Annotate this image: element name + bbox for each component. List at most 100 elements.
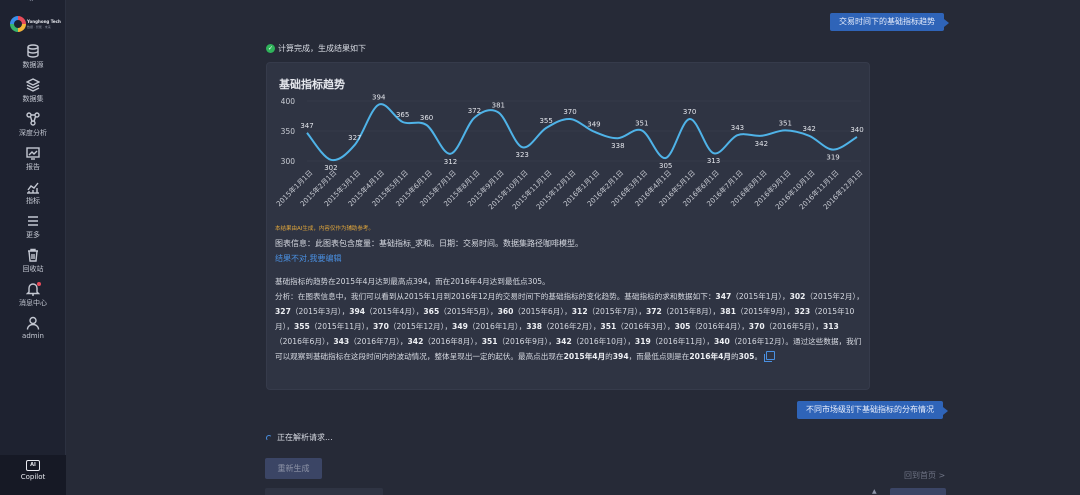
back-home-link[interactable]: 回到首页 > <box>904 470 945 481</box>
data-label: 360 <box>420 114 433 122</box>
y-tick-label: 300 <box>281 157 296 166</box>
copy-icon[interactable] <box>764 351 776 362</box>
user-icon <box>26 316 40 330</box>
data-label: 313 <box>707 157 720 165</box>
data-label: 343 <box>731 124 744 132</box>
analysis-value: 302 <box>789 292 806 301</box>
analysis-value: 340 <box>713 337 730 346</box>
ai-icon: AI <box>26 460 40 471</box>
analysis-value: 342 <box>407 337 424 346</box>
edit-result-link[interactable]: 结果不对,我要编辑 <box>275 253 342 264</box>
ai-disclaimer: 本结果由AI生成，内容仅作为辅助参考。 <box>275 226 374 232</box>
analysis-value: 342 <box>555 337 572 346</box>
analysis-month: （2016年12月） <box>729 337 786 346</box>
analysis-value: 319 <box>634 337 651 346</box>
analysis-month: （2015年4月）， <box>365 307 424 316</box>
sidebar-item-label: 数据集 <box>22 95 44 103</box>
layers-icon <box>26 78 40 92</box>
analysis-value: 394 <box>349 307 366 316</box>
data-label: 394 <box>372 94 386 102</box>
analysis-value: 351 <box>600 322 617 331</box>
analysis-month: （2015年11月）， <box>309 322 374 331</box>
chart-title: 基础指标趋势 <box>279 78 345 91</box>
menu-icon <box>28 216 38 226</box>
chevron-up-icon[interactable]: ⌃ <box>28 0 35 7</box>
analysis-month: （2016年5月）， <box>764 322 823 331</box>
data-label: 340 <box>850 126 863 134</box>
analysis-value: 370 <box>748 322 765 331</box>
analysis-value: 305 <box>674 322 691 331</box>
analysis-text-part: 。 <box>754 352 763 361</box>
data-label: 312 <box>444 158 457 166</box>
analysis-month: （2015年12月）， <box>388 322 453 331</box>
status-text: 计算完成，生成结果如下 <box>278 44 366 53</box>
sidebar-item-admin[interactable]: admin <box>0 316 66 346</box>
sidebar-item-label: 报告 <box>26 163 40 171</box>
analysis-text-part: 的 <box>605 352 613 361</box>
data-label: 305 <box>659 162 672 170</box>
summary-text: 基础指标的趋势在2015年4月达到最高点394，而在2016年4月达到最低点30… <box>275 277 550 286</box>
analysis-value: 355 <box>293 322 310 331</box>
sidebar-item-report[interactable]: 报告 <box>0 146 66 176</box>
sidebar-item-more[interactable]: 更多 <box>0 214 66 244</box>
analysis-value: 347 <box>715 292 732 301</box>
result-card: 基础指标趋势 300 350 400 347 302 327 394 365 360 312 372… <box>266 62 870 390</box>
caret-up-icon[interactable]: ▲ <box>872 488 877 495</box>
analysis-month: （2016年3月）， <box>616 322 675 331</box>
analysis-value: 360 <box>497 307 514 316</box>
analysis-value: 370 <box>373 322 389 331</box>
x-tick-label: 2015年12月1日 <box>534 168 577 211</box>
data-label: 327 <box>348 134 361 142</box>
data-label: 381 <box>492 101 505 109</box>
analysis-month: （2015年9月）， <box>735 307 795 316</box>
copilot-label: Copilot <box>20 473 46 481</box>
analysis-month: （2015年1月）， <box>731 292 790 301</box>
analysis-text-part: ，而最低点则是在 <box>628 352 690 361</box>
sidebar: ⌃ Yonghong Tech 数据 · 智能 · 未来 数据源 数据集 深度分… <box>0 0 66 495</box>
analysis-peak-value: 394 <box>612 352 629 361</box>
copilot-button[interactable]: AI Copilot <box>0 455 66 495</box>
sidebar-item-metric[interactable]: 指标 <box>0 180 66 210</box>
analysis-value: 365 <box>423 307 440 316</box>
analysis-month: （2016年8月）， <box>423 337 482 346</box>
x-tick-label: 2016年10月1日 <box>773 168 816 211</box>
spinner-icon <box>266 434 272 441</box>
trash-icon <box>28 248 38 262</box>
data-label: 349 <box>587 121 600 129</box>
data-label: 370 <box>683 108 696 116</box>
logo: Yonghong Tech 数据 · 智能 · 未来 <box>8 14 61 36</box>
analysis-month: （2015年5月）， <box>439 307 498 316</box>
analysis-value: 312 <box>571 307 588 316</box>
sidebar-item-datasource[interactable]: 数据源 <box>0 44 66 74</box>
analysis-peak: 2015年4月 <box>563 352 606 361</box>
sidebar-item-label: admin <box>22 332 44 340</box>
logo-name: Yonghong Tech <box>27 19 61 24</box>
analysis-month: （2016年11月）， <box>650 337 714 346</box>
x-tick-label: 2015年11月1日 <box>510 168 553 211</box>
data-label: 351 <box>779 119 792 127</box>
analysis-lead: 分析：在图表信息中，我们可以看到从2015年1月到2016年12月的交易时间下的… <box>275 292 716 301</box>
x-tick-label: 2016年11月1日 <box>797 168 840 211</box>
sidebar-item-messages[interactable]: 消息中心 <box>0 282 66 312</box>
data-label: 347 <box>300 122 313 130</box>
sidebar-item-deep-analysis[interactable]: 深度分析 <box>0 112 66 142</box>
analysis-month: （2016年4月）， <box>690 322 749 331</box>
sidebar-item-dataset[interactable]: 数据集 <box>0 78 66 108</box>
analysis-month: （2016年7月）， <box>349 337 408 346</box>
report-icon <box>26 147 40 160</box>
analysis-month: （2016年6月）， <box>275 337 334 346</box>
data-label: 351 <box>635 119 648 127</box>
sidebar-item-label: 数据源 <box>22 61 44 69</box>
analysis-text-part: 的 <box>730 352 739 361</box>
regenerate-button[interactable]: 重新生成 <box>265 458 322 479</box>
analysis-month: （2016年9月）， <box>497 337 556 346</box>
analysis-month: （2015年6月）， <box>513 307 572 316</box>
send-button[interactable] <box>890 488 946 495</box>
sidebar-item-label: 消息中心 <box>19 299 47 307</box>
sidebar-item-label: 回收站 <box>22 265 44 273</box>
parsing-status: 正在解析请求... <box>266 432 333 443</box>
analysis-month: （2015年3月）， <box>290 307 350 316</box>
analysis-month: （2015年2月）， <box>805 292 864 301</box>
sidebar-item-trash[interactable]: 回收站 <box>0 248 66 278</box>
chart-info: 图表信息：此图表包含度量：基础指标_求和。日期：交易时间。数据集路径咖啡模型。 <box>275 239 583 248</box>
